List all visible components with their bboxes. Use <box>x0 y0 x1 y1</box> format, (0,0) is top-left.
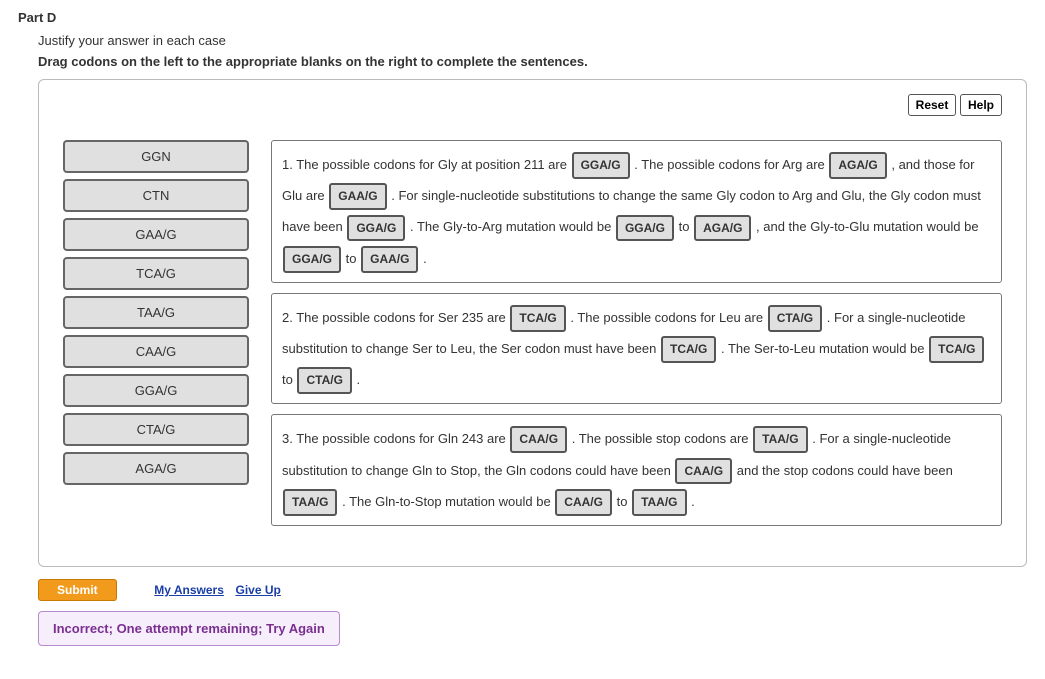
text: 1. The possible codons for Gly at positi… <box>282 157 571 172</box>
text: to <box>679 219 693 234</box>
sentence-area: 1. The possible codons for Gly at positi… <box>271 140 1002 536</box>
drop-slot[interactable]: TAA/G <box>753 426 807 453</box>
drop-slot[interactable]: GGA/G <box>347 215 405 242</box>
drop-slot[interactable]: CAA/G <box>555 489 612 516</box>
drop-slot[interactable]: CTA/G <box>297 367 351 394</box>
my-answers-link[interactable]: My Answers <box>154 583 224 597</box>
text: . The Ser-to-Leu mutation would be <box>721 341 928 356</box>
give-up-link[interactable]: Give Up <box>236 583 281 597</box>
reset-button[interactable]: Reset <box>908 94 957 116</box>
drop-slot[interactable]: TAA/G <box>632 489 686 516</box>
part-label: Part D <box>18 10 1027 25</box>
text: to <box>346 251 360 266</box>
text: to <box>617 494 631 509</box>
text: to <box>282 372 296 387</box>
drop-slot[interactable]: TAA/G <box>283 489 337 516</box>
text: 2. The possible codons for Ser 235 are <box>282 310 509 325</box>
drop-slot[interactable]: AGA/G <box>829 152 886 179</box>
sentence-1: 1. The possible codons for Gly at positi… <box>271 140 1002 283</box>
codon-chip[interactable]: TAA/G <box>63 296 249 329</box>
codon-source-list: GGN CTN GAA/G TCA/G TAA/G CAA/G GGA/G CT… <box>63 140 249 491</box>
drop-slot[interactable]: CTA/G <box>768 305 822 332</box>
codon-chip[interactable]: GGN <box>63 140 249 173</box>
text: . <box>423 251 427 266</box>
drop-slot[interactable]: CAA/G <box>675 458 732 485</box>
drop-slot[interactable]: GGA/G <box>572 152 630 179</box>
submit-button[interactable]: Submit <box>38 579 117 601</box>
drop-slot[interactable]: CAA/G <box>510 426 567 453</box>
help-button[interactable]: Help <box>960 94 1002 116</box>
feedback-banner: Incorrect; One attempt remaining; Try Ag… <box>38 611 340 646</box>
drop-slot[interactable]: GAA/G <box>361 246 418 273</box>
text: , and the Gly-to-Glu mutation would be <box>756 219 979 234</box>
codon-chip[interactable]: CTA/G <box>63 413 249 446</box>
subtitle: Justify your answer in each case <box>38 33 1027 48</box>
drop-slot[interactable]: GGA/G <box>283 246 341 273</box>
codon-chip[interactable]: TCA/G <box>63 257 249 290</box>
sentence-2: 2. The possible codons for Ser 235 are T… <box>271 293 1002 405</box>
codon-chip[interactable]: CAA/G <box>63 335 249 368</box>
drop-slot[interactable]: GGA/G <box>616 215 674 242</box>
drop-slot[interactable]: TCA/G <box>929 336 984 363</box>
text: . <box>357 372 361 387</box>
text: . The Gly-to-Arg mutation would be <box>410 219 615 234</box>
drop-slot[interactable]: AGA/G <box>694 215 751 242</box>
sentence-3: 3. The possible codons for Gln 243 are C… <box>271 414 1002 526</box>
drop-slot[interactable]: TCA/G <box>661 336 716 363</box>
codon-chip[interactable]: GGA/G <box>63 374 249 407</box>
codon-chip[interactable]: CTN <box>63 179 249 212</box>
text: . The possible stop codons are <box>572 431 752 446</box>
text: 3. The possible codons for Gln 243 are <box>282 431 509 446</box>
text: and the stop codons could have been <box>737 463 953 478</box>
text: . The possible codons for Leu are <box>570 310 766 325</box>
exercise-frame: Reset Help GGN CTN GAA/G TCA/G TAA/G CAA… <box>38 79 1027 567</box>
drop-slot[interactable]: TCA/G <box>510 305 565 332</box>
drop-slot[interactable]: GAA/G <box>329 183 386 210</box>
codon-chip[interactable]: GAA/G <box>63 218 249 251</box>
text: . The possible codons for Arg are <box>634 157 828 172</box>
codon-chip[interactable]: AGA/G <box>63 452 249 485</box>
text: . The Gln-to-Stop mutation would be <box>342 494 554 509</box>
text: . <box>691 494 695 509</box>
instruction-text: Drag codons on the left to the appropria… <box>38 54 1027 69</box>
